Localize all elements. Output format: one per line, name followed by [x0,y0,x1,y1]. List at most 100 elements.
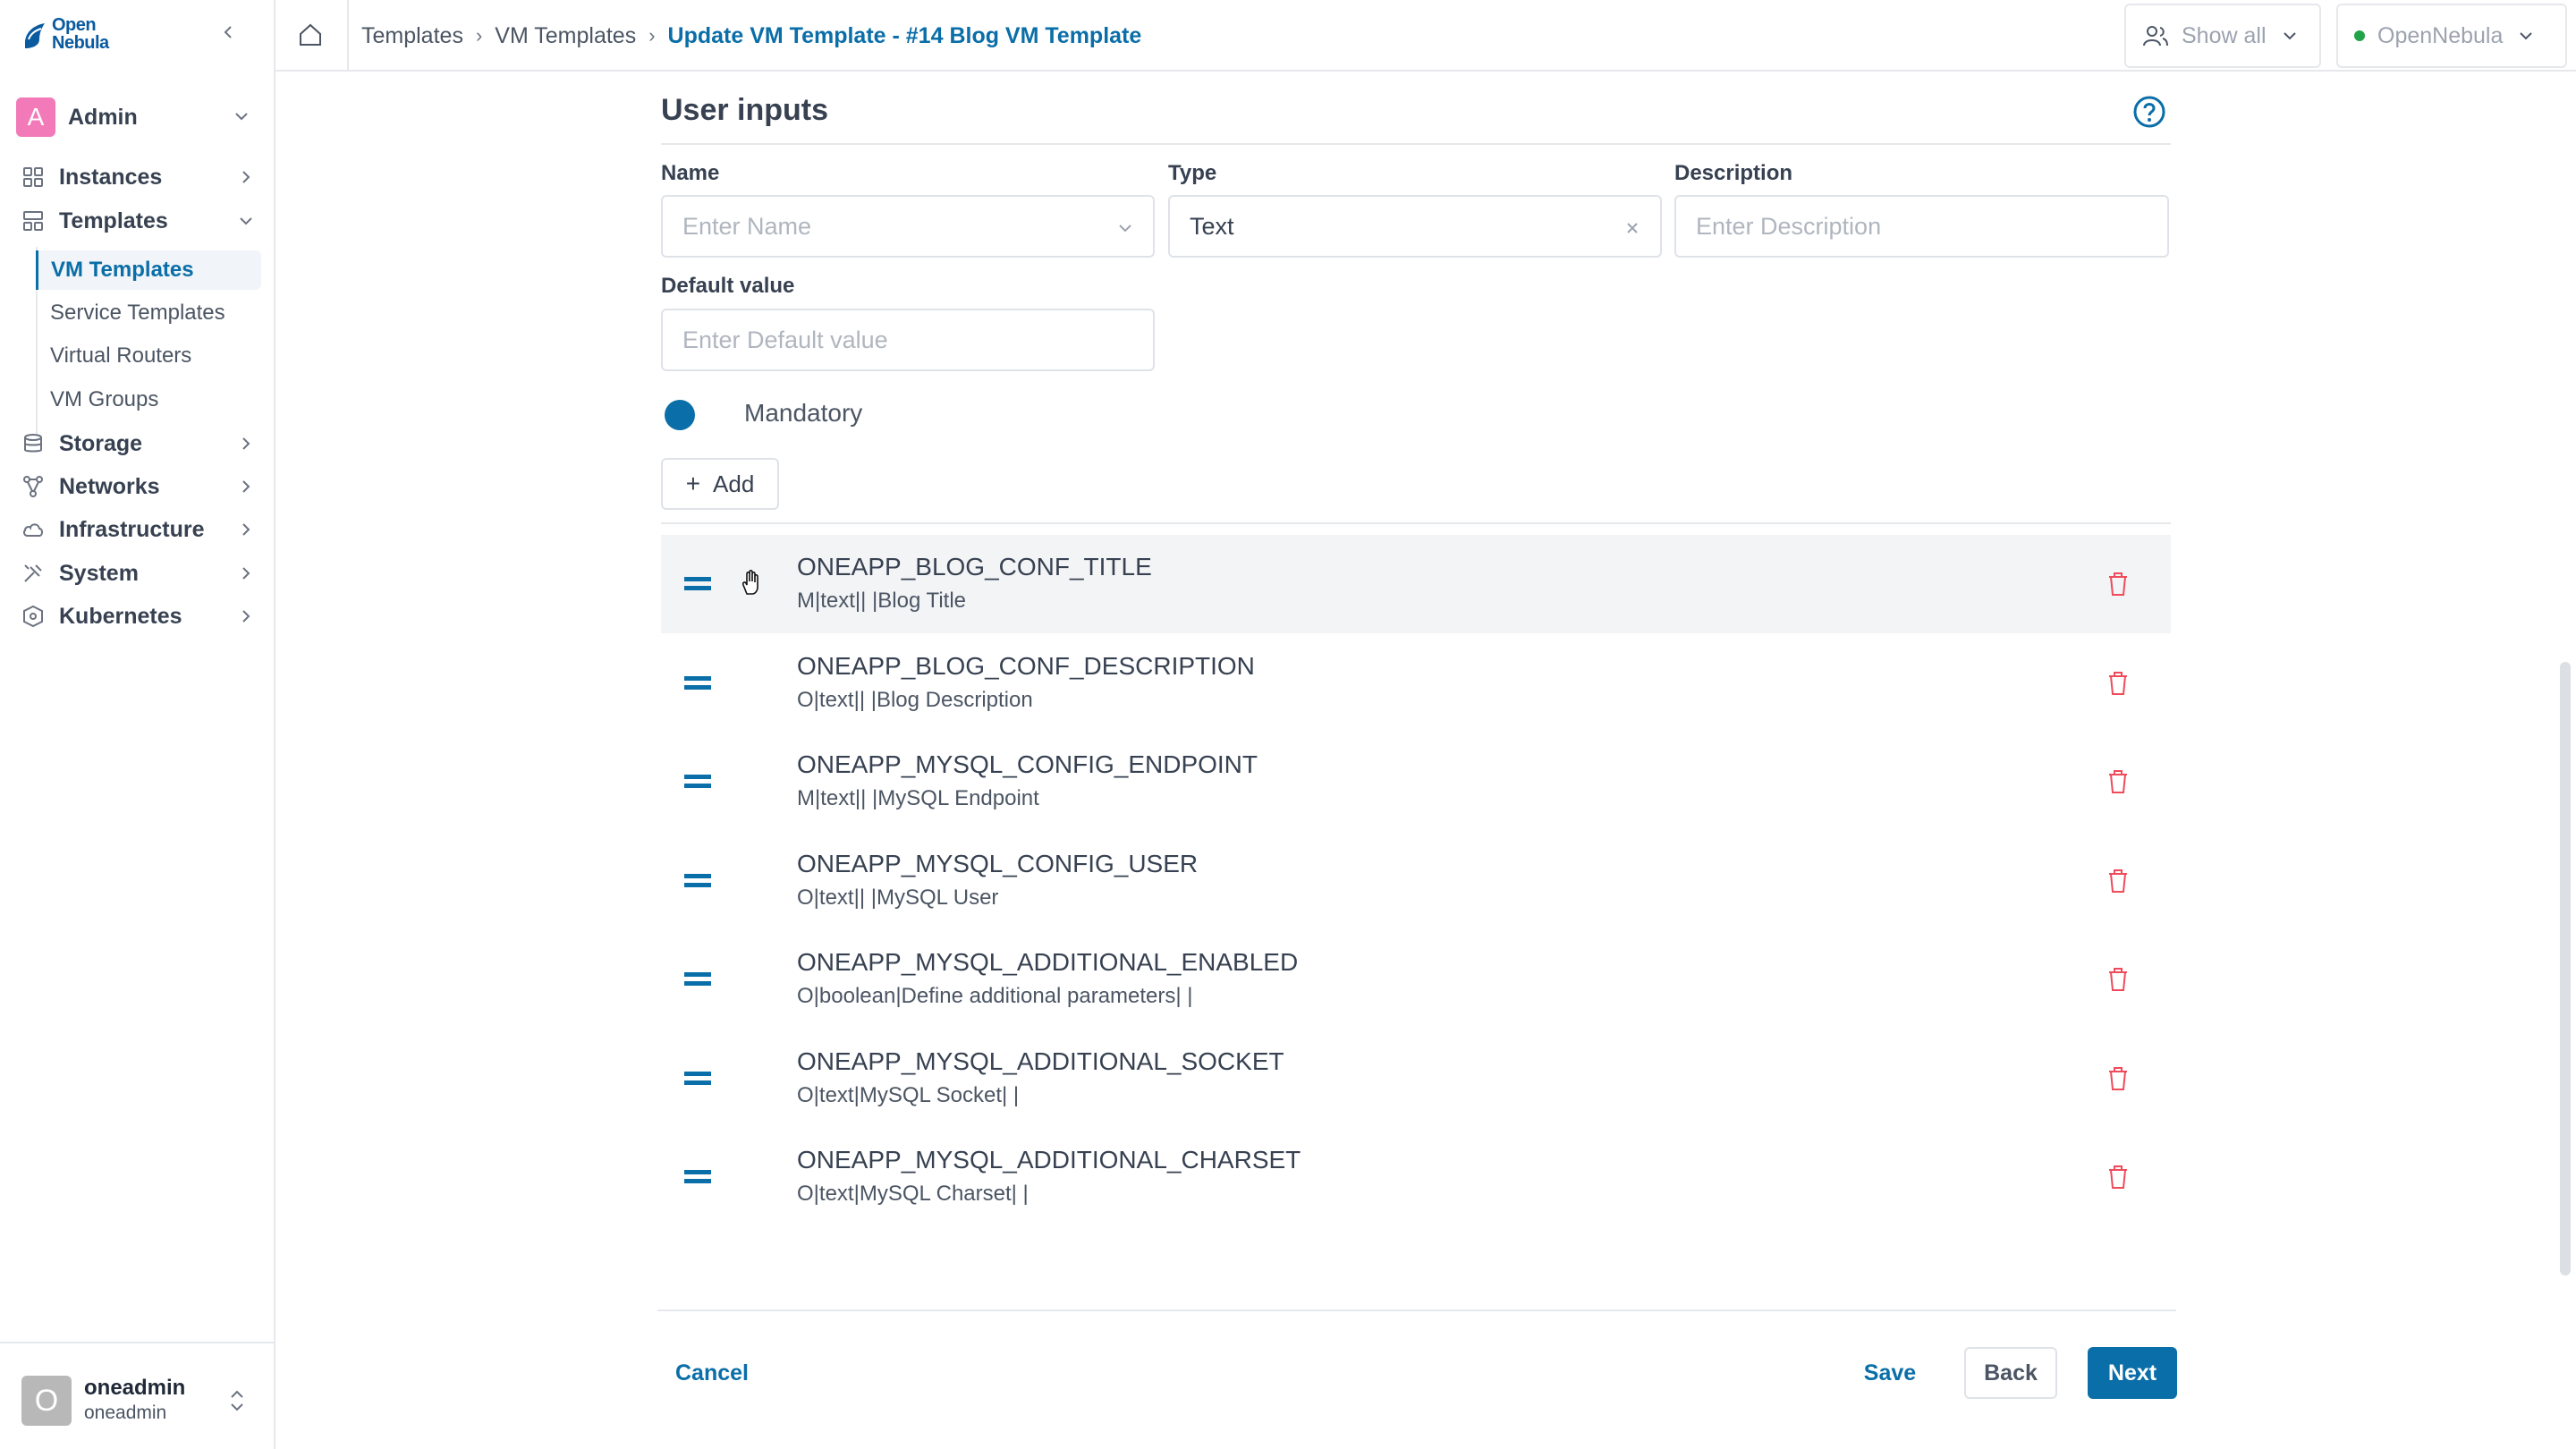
input-spec: O|text|MySQL Charset| | [797,1182,1029,1206]
drag-handle-icon[interactable] [684,772,711,792]
sidebar-subitem-vm-templates[interactable]: VM Templates [36,250,261,290]
chevron-right-icon [242,437,250,450]
templates-icon [23,211,43,231]
add-button[interactable]: + Add [661,458,779,510]
chevron-right-icon [242,567,250,580]
description-input[interactable]: Enter Description [1674,195,2169,258]
trash-icon[interactable] [2106,1164,2130,1191]
input-name: ONEAPP_MYSQL_CONFIG_USER [797,850,1199,877]
save-button[interactable]: Save [1852,1347,1928,1399]
description-label: Description [1674,161,1793,185]
drag-handle-icon[interactable] [684,970,711,989]
sidebar-item-label: Storage [59,430,143,456]
name-placeholder: Enter Name [682,212,812,240]
divider [661,143,2171,145]
input-name: ONEAPP_MYSQL_ADDITIONAL_SOCKET [797,1047,1284,1075]
plus-icon: + [685,470,701,497]
users-icon [2143,26,2168,47]
trash-icon[interactable] [2106,868,2130,894]
breadcrumb-separator-icon: › [648,24,656,47]
default-value-input[interactable]: Enter Default value [661,309,1155,371]
sidebar-item-instances[interactable]: Instances [21,159,254,195]
logo-line2: Nebula [52,33,109,53]
sidebar-item-label: System [59,560,139,586]
input-name: ONEAPP_MYSQL_ADDITIONAL_CHARSET [797,1146,1301,1174]
toggle-knob [665,400,695,430]
divider [657,1309,2176,1311]
list-item[interactable]: ONEAPP_MYSQL_CONFIG_ENDPOINT M|text|| |M… [661,733,2171,831]
collapse-sidebar-button[interactable] [215,20,242,47]
back-button[interactable]: Back [1964,1347,2057,1399]
kubernetes-icon [23,605,43,628]
sidebar-subitem-vm-groups[interactable]: VM Groups [38,380,263,419]
trash-icon[interactable] [2106,571,2130,597]
chevron-right-icon [242,171,250,183]
templates-submenu: VM Templates Service Templates Virtual R… [36,247,263,435]
sidebar: Open Nebula A Admin Instances Templates … [0,0,275,1449]
networks-icon [23,476,43,497]
input-spec: O|text|| |MySQL User [797,886,999,910]
breadcrumb-templates[interactable]: Templates [361,23,463,49]
trash-icon[interactable] [2106,670,2130,697]
trash-icon[interactable] [2106,1065,2130,1092]
type-select[interactable]: Text [1168,195,1662,258]
group-selector[interactable]: A Admin [16,97,259,138]
help-icon[interactable] [2132,95,2166,129]
input-spec: M|text|| |MySQL Endpoint [797,786,1039,810]
input-name: ONEAPP_BLOG_CONF_TITLE [797,553,1152,580]
drag-handle-icon[interactable] [684,674,711,693]
name-label: Name [661,161,720,185]
list-item[interactable]: ONEAPP_MYSQL_ADDITIONAL_CHARSET O|text|M… [661,1128,2171,1226]
drag-handle-icon[interactable] [684,1069,711,1089]
sidebar-item-kubernetes[interactable]: Kubernetes [21,598,254,634]
drag-handle-icon[interactable] [684,1167,711,1187]
input-name: ONEAPP_BLOG_CONF_DESCRIPTION [797,652,1255,680]
instances-icon [23,167,43,187]
default-value-placeholder: Enter Default value [682,326,888,353]
sidebar-item-templates[interactable]: Templates [21,203,254,239]
mandatory-toggle[interactable] [661,395,733,433]
sidebar-item-infrastructure[interactable]: Infrastructure [21,512,254,547]
drag-handle-icon[interactable] [684,574,711,594]
sidebar-subitem-virtual-routers[interactable]: Virtual Routers [38,336,263,376]
group-avatar: A [16,97,55,137]
logo-line1: Open [52,15,97,35]
sidebar-item-storage[interactable]: Storage [21,426,254,462]
list-item[interactable]: ONEAPP_MYSQL_CONFIG_USER O|text|| |MySQL… [661,832,2171,930]
sidebar-subitem-service-templates[interactable]: Service Templates [38,293,263,333]
divider [661,522,2171,524]
list-item[interactable]: ONEAPP_MYSQL_ADDITIONAL_ENABLED O|boolea… [661,930,2171,1029]
breadcrumb-vm-templates[interactable]: VM Templates [495,23,636,49]
storage-icon [24,434,42,453]
list-item[interactable]: ONEAPP_BLOG_CONF_DESCRIPTION O|text|| |B… [661,634,2171,733]
avatar: O [21,1376,72,1426]
chevron-left-icon [224,26,232,38]
logo-icon [25,23,45,48]
drag-handle-icon[interactable] [684,871,711,891]
cancel-button[interactable]: Cancel [661,1347,763,1399]
group-name: Admin [68,104,138,130]
trash-icon[interactable] [2106,966,2130,993]
input-spec: O|boolean|Define additional parameters| … [797,984,1193,1008]
zone-select[interactable]: OpenNebula [2336,4,2567,68]
user-menu[interactable]: O oneadmin oneadmin [0,1342,274,1449]
list-item[interactable]: ONEAPP_MYSQL_ADDITIONAL_SOCKET O|text|My… [661,1030,2171,1128]
add-button-label: Add [713,470,755,497]
next-button[interactable]: Next [2088,1347,2177,1399]
view-select[interactable]: Show all [2124,4,2321,68]
chevron-up-down-icon [231,1390,243,1411]
home-icon[interactable] [297,21,324,48]
close-icon[interactable] [1623,218,1642,238]
opennebula-logo[interactable]: Open Nebula [21,16,109,52]
scrollbar[interactable] [2560,662,2571,1275]
view-select-value: Show all [2182,22,2267,48]
user-group: oneadmin [84,1402,167,1423]
breadcrumb-current: Update VM Template - #14 Blog VM Templat… [667,22,1142,48]
cloud-icon [23,523,43,537]
list-item[interactable]: ONEAPP_BLOG_CONF_TITLE M|text|| |Blog Ti… [661,535,2171,633]
input-name: ONEAPP_MYSQL_ADDITIONAL_ENABLED [797,948,1299,976]
trash-icon[interactable] [2106,768,2130,795]
sidebar-item-networks[interactable]: Networks [21,469,254,504]
name-input[interactable]: Enter Name [661,195,1155,258]
sidebar-item-system[interactable]: System [21,555,254,591]
